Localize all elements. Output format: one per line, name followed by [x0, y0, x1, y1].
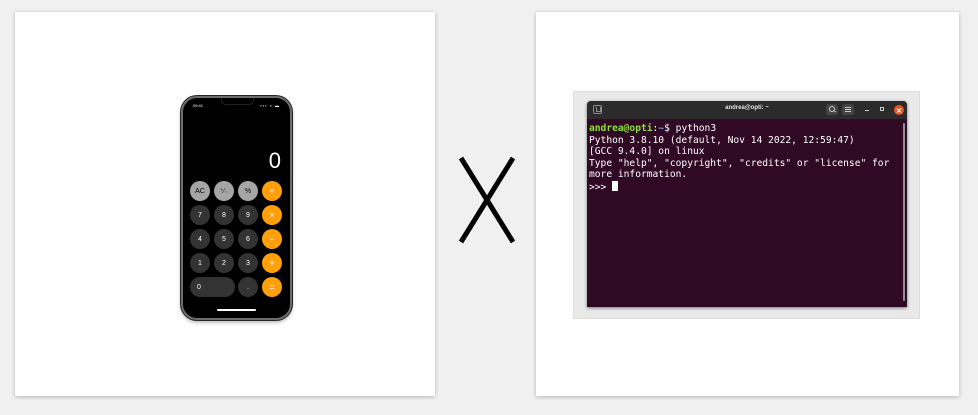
home-indicator — [217, 309, 256, 311]
key-subtract[interactable]: − — [262, 229, 282, 249]
key-plus-minus[interactable]: ⁺∕₋ — [214, 181, 234, 201]
iphone-calculator: 09:41 ▪▪▪ ≈ ▬ 0 AC ⁺∕₋ % ÷ 7 8 9 × 4 5 6… — [181, 96, 292, 320]
calculator-display: 0 — [268, 148, 281, 173]
text-cursor — [612, 180, 619, 191]
key-percent[interactable]: % — [238, 181, 258, 201]
hamburger-menu-icon[interactable] — [842, 104, 854, 115]
output-line: more information. — [589, 169, 688, 181]
key-decimal[interactable]: . — [238, 277, 258, 297]
output-line: [GCC 9.4.0] on linux — [589, 146, 705, 158]
calculator-card: 09:41 ▪▪▪ ≈ ▬ 0 AC ⁺∕₋ % ÷ 7 8 9 × 4 5 6… — [15, 12, 435, 396]
close-icon[interactable] — [894, 105, 904, 115]
terminal-title: andrea@opti: ~ — [725, 105, 769, 111]
search-icon[interactable] — [826, 104, 838, 115]
key-6[interactable]: 6 — [238, 229, 258, 249]
terminal-card: andrea@opti: ~ andrea@opti:~$ python3 Py… — [536, 12, 959, 396]
prompt-user: andrea@opti — [589, 123, 653, 134]
key-4[interactable]: 4 — [190, 229, 210, 249]
repl-prompt: >>> — [589, 181, 613, 193]
key-2[interactable]: 2 — [214, 253, 234, 273]
status-icons: ▪▪▪ ≈ ▬ — [260, 103, 280, 108]
maximize-icon[interactable] — [880, 107, 884, 111]
versus-x-symbol: X — [458, 156, 516, 244]
key-7[interactable]: 7 — [190, 205, 210, 225]
key-0[interactable]: 0 — [190, 277, 235, 297]
key-add[interactable]: + — [262, 253, 282, 273]
key-all-clear[interactable]: AC — [190, 181, 210, 201]
output-line: Python 3.8.10 (default, Nov 14 2022, 12:… — [589, 134, 855, 146]
minimize-icon[interactable] — [865, 110, 869, 111]
key-multiply[interactable]: × — [262, 205, 282, 225]
prompt-char: $ — [664, 123, 676, 134]
key-9[interactable]: 9 — [238, 205, 258, 225]
prompt-line: andrea@opti:~$ python3 — [589, 123, 716, 134]
key-divide[interactable]: ÷ — [262, 181, 282, 201]
terminal-window[interactable]: andrea@opti: ~ andrea@opti:~$ python3 Py… — [587, 101, 907, 307]
key-1[interactable]: 1 — [190, 253, 210, 273]
terminal-titlebar[interactable]: andrea@opti: ~ — [587, 101, 907, 120]
output-line: Type "help", "copyright", "credits" or "… — [589, 157, 890, 169]
command-text: python3 — [675, 123, 717, 134]
screenshot-frame: andrea@opti: ~ andrea@opti:~$ python3 Py… — [574, 92, 919, 318]
key-8[interactable]: 8 — [214, 205, 234, 225]
key-3[interactable]: 3 — [238, 253, 258, 273]
terminal-output[interactable]: andrea@opti:~$ python3 Python 3.8.10 (de… — [589, 123, 901, 194]
key-5[interactable]: 5 — [214, 229, 234, 249]
scrollbar[interactable] — [903, 123, 905, 301]
key-equals[interactable]: = — [262, 277, 282, 297]
phone-notch — [221, 98, 254, 105]
status-time: 09:41 — [193, 103, 204, 108]
